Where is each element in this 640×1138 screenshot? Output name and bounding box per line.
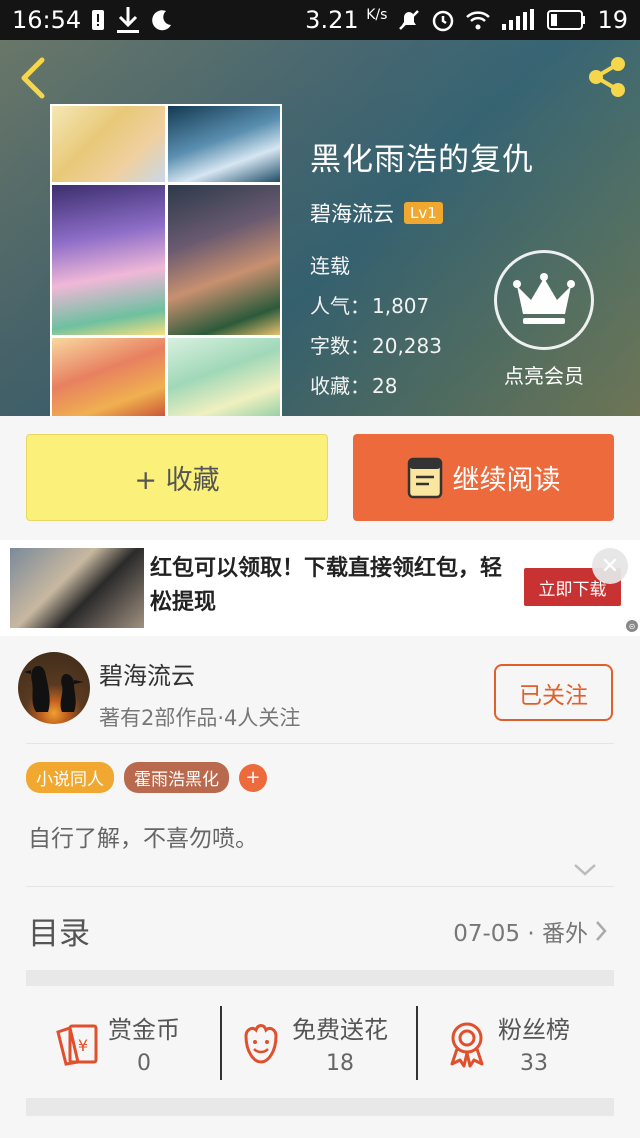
add-tag-button[interactable]: + [239,763,267,792]
status-bar: 16:54 3.21 K/s 19 [0,0,640,40]
share-button[interactable] [584,54,630,100]
ad-mark-icon: ⊝ [626,620,638,632]
level-badge: Lv1 [404,202,443,224]
ad-banner[interactable]: 红包可以领取！下载直接领红包，轻松提现 立即下载 [0,540,640,636]
divider [26,743,614,744]
battery-icon [545,9,587,31]
book-author-line: 碧海流云 Lv1 [310,198,443,228]
ad-text: 红包可以领取！下载直接领红包，轻松提现 [150,556,503,615]
status-time: 16:54 [12,6,82,34]
back-arrow-icon [21,57,45,99]
author-section: 碧海流云 著有2部作品·4人关注 已关注 小说同人 霍雨浩黑化 + 自行了解，不… [0,636,640,1016]
svg-text:¥: ¥ [78,1036,88,1055]
continue-reading-button[interactable]: 继续阅读 [353,434,614,521]
share-icon [589,57,625,97]
avatar[interactable] [18,652,90,724]
notification-icon [91,9,105,31]
wifi-icon [465,9,491,31]
latest-chapter-label: 07-05 · 番外 [453,921,588,947]
book-popularity: 人气： 1,807 [310,294,430,318]
divider [26,886,614,887]
cover-art-panel [167,185,280,335]
chevron-right-icon [596,921,607,941]
moon-icon [151,9,173,31]
book-word-count: 字数： 20,283 [310,334,442,358]
tag-item[interactable]: 霍雨浩黑化 [124,762,229,793]
toc-label[interactable]: 目录 [28,908,90,953]
medal-icon [450,1022,484,1068]
chevron-down-icon [574,864,596,876]
tag-list: 小说同人 霍雨浩黑化 + [26,762,267,793]
stat-label: 赏金币 [108,1016,180,1044]
section-separator [26,1098,614,1116]
action-bar: + 收藏 继续阅读 [0,416,640,540]
divider [220,1006,222,1080]
book-description: 自行了解，不喜勿喷。 [28,826,258,852]
expand-description-button[interactable] [572,862,598,878]
alarm-icon [431,8,455,32]
stats-bar: ¥ 赏金币 0 免费送花 18 粉丝榜 33 [0,986,640,1098]
book-favorites: 收藏： 28 [310,374,398,398]
book-author-name[interactable]: 碧海流云 [310,198,394,228]
reward-coin-stat[interactable]: ¥ 赏金币 0 [52,1006,180,1080]
stat-value: 18 [326,1051,354,1076]
cover-art-panel [52,106,165,182]
network-speed: 3.21 K/s [305,6,388,34]
penguin-silhouette-icon [24,666,84,712]
stat-label: 粉丝榜 [498,1016,570,1044]
stat-value: 0 [137,1051,151,1076]
crown-icon [513,273,575,324]
book-status: 连载 [310,254,350,278]
download-icon [115,5,141,35]
author-summary: 著有2部作品·4人关注 [99,706,301,730]
cover-art-panel [167,338,280,416]
book-cover[interactable] [50,104,282,416]
back-button[interactable] [14,56,54,100]
cover-art-panel [52,338,165,416]
stat-value: 33 [520,1051,548,1076]
fan-ranking-stat[interactable]: 粉丝榜 33 [442,1006,570,1080]
toc-latest-chapter[interactable]: 07-05 · 番外 [453,914,608,948]
continue-reading-label: 继续阅读 [452,465,561,496]
cover-art-panel [167,106,280,182]
tag-item[interactable]: 小说同人 [26,762,114,793]
divider [416,1006,418,1080]
free-flower-stat[interactable]: 免费送花 18 [236,1006,388,1080]
stat-label: 免费送花 [292,1016,388,1044]
flower-icon [244,1024,278,1064]
ad-close-button[interactable]: ✕ [592,548,628,584]
section-separator [26,970,614,986]
vip-label: 点亮会员 [504,364,584,388]
follow-button[interactable]: 已关注 [494,664,613,721]
ad-image [10,548,144,628]
book-icon [407,457,442,498]
cover-art-panel [52,185,165,335]
book-header: 黑化雨浩的复仇 碧海流云 Lv1 连载 人气： 1,807 字数： 20,283 收… [0,40,640,416]
battery-level: 19 [597,6,628,34]
mute-icon [397,8,421,32]
book-title: 黑化雨浩的复仇 [310,142,534,178]
signal-icon [501,9,535,31]
collect-button[interactable]: + 收藏 [26,434,328,521]
reward-coin-icon: ¥ [56,1024,98,1066]
vip-button[interactable] [494,250,594,350]
author-name[interactable]: 碧海流云 [99,656,195,691]
